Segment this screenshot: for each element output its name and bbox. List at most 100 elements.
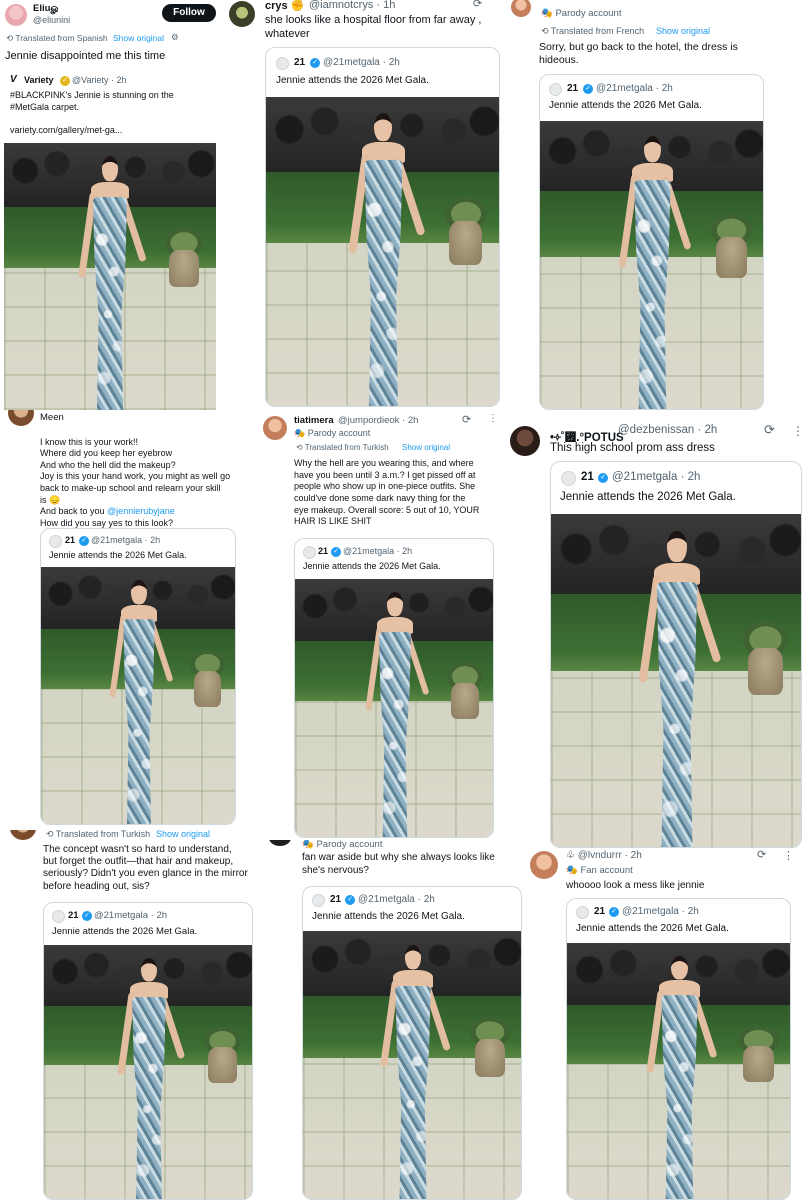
avatar[interactable]	[511, 0, 531, 17]
jennie-photo[interactable]	[551, 514, 801, 847]
tweet-card-lvndurrr: ♧ @lvndurrr · 2h ⟳ ⋮ 🎭 Fan account whooo…	[525, 848, 805, 1200]
quote-text: Jennie attends the 2026 Met Gala.	[276, 75, 429, 86]
tweet-card-turkish: ⟲ Translated from Turkish Show original …	[0, 830, 265, 1200]
avatar[interactable]	[10, 830, 36, 840]
quote-author-name[interactable]: 21	[65, 535, 75, 545]
parody-label: 🎭 Parody account	[541, 8, 621, 19]
quoted-tweet[interactable]: 21 ✓ @21metgala · 2h Jennie attends the …	[550, 461, 802, 848]
translated-text: Translated from Spanish	[15, 33, 108, 43]
follow-button[interactable]: Follow	[162, 4, 216, 22]
verified-badge-icon: ✓	[79, 536, 89, 546]
jennie-photo[interactable]	[41, 567, 235, 824]
quote-text-line1: #BLACKPINK's Jennie is stunning on the	[10, 90, 174, 100]
mention-link[interactable]: @jennierubyjane	[107, 506, 175, 516]
quote-author-handle[interactable]: @21metgala · 2h	[612, 471, 700, 483]
quote-author-handle[interactable]: @21metgala · 2h	[343, 546, 412, 556]
quoted-tweet[interactable]: 21 ✓ @21metgala · 2h Jennie attends the …	[302, 886, 522, 1200]
author-name[interactable]: crys ✊	[265, 0, 304, 12]
author-name[interactable]: Meen	[40, 412, 64, 423]
author-name[interactable]: Eliuௐ	[33, 3, 60, 15]
quote-author-handle[interactable]: @21metgala · 2h	[94, 910, 167, 921]
verified-badge-icon: ✓	[598, 473, 608, 483]
quote-author-handle[interactable]: @21metgala · 2h	[91, 535, 160, 545]
grok-icon[interactable]: ⟳	[757, 848, 766, 861]
avatar[interactable]	[8, 410, 34, 426]
author-handle[interactable]: @iamnotcrys · 1h	[309, 0, 395, 11]
quote-author-handle[interactable]: @21metgala · 2h	[323, 57, 400, 68]
translated-label: ⟲ Translated from French	[541, 26, 644, 37]
quote-avatar	[303, 546, 316, 559]
mask-icon: 🎭	[302, 840, 317, 850]
author-handle[interactable]: @jumpordieok · 2h	[338, 415, 418, 426]
gear-icon[interactable]: ⚙	[171, 32, 179, 43]
quote-author-handle[interactable]: @Variety · 2h	[72, 75, 127, 85]
quote-avatar	[52, 910, 65, 923]
jennie-photo[interactable]	[295, 579, 493, 837]
verified-badge-icon: ✓	[609, 907, 619, 917]
quote-author-handle[interactable]: @21metgala · 2h	[622, 906, 699, 917]
more-icon[interactable]: ⋮	[488, 413, 498, 424]
more-icon[interactable]: ⋮	[783, 849, 794, 862]
quote-author-name[interactable]: 21	[330, 894, 341, 905]
avatar[interactable]	[229, 1, 255, 27]
tweet-card-crys: crys ✊ @iamnotcrys · 1h ⟳ she looks like…	[225, 0, 505, 410]
variety-logo-icon: V	[10, 74, 17, 85]
tweet-text: I know this is your work!! Where did you…	[40, 425, 230, 529]
show-original-link[interactable]: Show original	[402, 443, 450, 452]
quote-avatar	[576, 906, 589, 919]
quoted-tweet[interactable]: 21 ✓ @21metgala · 2h Jennie attends the …	[539, 74, 764, 410]
translated-label: ⟲ Translated from Turkish	[296, 443, 389, 452]
author-handle[interactable]: @dezbenissan · 2h	[618, 424, 717, 436]
grok-icon[interactable]: ⟳	[473, 0, 482, 10]
avatar[interactable]	[5, 4, 27, 26]
jennie-photo[interactable]	[266, 97, 499, 406]
avatar[interactable]	[530, 851, 558, 879]
quoted-tweet[interactable]: 21 ✓ @21metgala · 2h Jennie attends the …	[294, 538, 494, 838]
tweet-text: fan war aside but why she always looks l…	[302, 852, 495, 876]
avatar[interactable]	[269, 840, 291, 846]
quote-author-handle[interactable]: @21metgala · 2h	[596, 83, 673, 94]
quoted-tweet[interactable]: 21 ✓ @21metgala · 2h Jennie attends the …	[40, 528, 236, 825]
quote-author-name[interactable]: 21	[594, 906, 605, 917]
quote-author-name[interactable]: 21	[581, 471, 594, 483]
show-original-link[interactable]: Show original	[656, 26, 710, 36]
quote-author-name[interactable]: 21	[318, 546, 328, 556]
author-handle[interactable]: ♧ @lvndurrr · 2h	[566, 850, 642, 861]
tweet-text: The concept wasn't so hard to understand…	[43, 844, 248, 892]
verified-badge-icon: ✓	[331, 547, 341, 557]
grok-icon[interactable]: ⟳	[764, 422, 775, 438]
parody-label: 🎭 Parody account	[302, 840, 382, 850]
fan-account-text: Fan account	[580, 865, 633, 876]
quote-text: Jennie attends the 2026 Met Gala.	[549, 100, 702, 111]
quoted-tweet[interactable]: 21 ✓ @21metgala · 2h Jennie attends the …	[43, 902, 253, 1200]
jennie-photo[interactable]	[4, 143, 216, 410]
author-handle[interactable]: @eliunini	[33, 15, 70, 25]
author-name[interactable]: tiatimera	[294, 415, 334, 426]
quote-author-handle[interactable]: @21metgala · 2h	[358, 894, 435, 905]
show-original-link[interactable]: Show original	[156, 830, 210, 839]
more-icon[interactable]: ⋮	[792, 424, 804, 438]
tweet-card-eliu: Eliuௐ @eliunini Follow ⟲ Translated from…	[0, 0, 225, 410]
tweet-text: Jennie disappointed me this time	[5, 50, 166, 62]
jennie-photo[interactable]	[44, 945, 252, 1199]
quote-author-name[interactable]: 21	[68, 910, 79, 921]
emoji-icon: ♧	[566, 850, 578, 861]
quoted-tweet[interactable]: 21 ✓ @21metgala · 2h Jennie attends the …	[566, 898, 791, 1200]
avatar[interactable]	[263, 416, 287, 440]
quote-author-name[interactable]: 21	[294, 57, 305, 68]
jennie-photo[interactable]	[567, 943, 790, 1199]
avatar[interactable]	[510, 426, 540, 456]
quote-text: Jennie attends the 2026 Met Gala.	[560, 491, 736, 503]
quoted-tweet[interactable]: 21 ✓ @21metgala · 2h Jennie attends the …	[265, 47, 500, 407]
quote-text: Jennie attends the 2026 Met Gala.	[576, 923, 729, 934]
grok-icon[interactable]: ⟳	[462, 413, 471, 426]
quote-author-name[interactable]: Variety	[24, 75, 54, 85]
tweet-text: Sorry, but go back to the hotel, the dre…	[539, 41, 738, 67]
translate-icon: ⟲	[6, 33, 16, 43]
jennie-photo[interactable]	[303, 931, 521, 1199]
show-original-link[interactable]: Show original	[113, 33, 164, 43]
quote-link[interactable]: variety.com/gallery/met-ga...	[10, 125, 122, 135]
verified-badge-icon: ✓	[82, 911, 92, 921]
quote-author-name[interactable]: 21	[567, 83, 578, 94]
jennie-photo[interactable]	[540, 121, 763, 409]
